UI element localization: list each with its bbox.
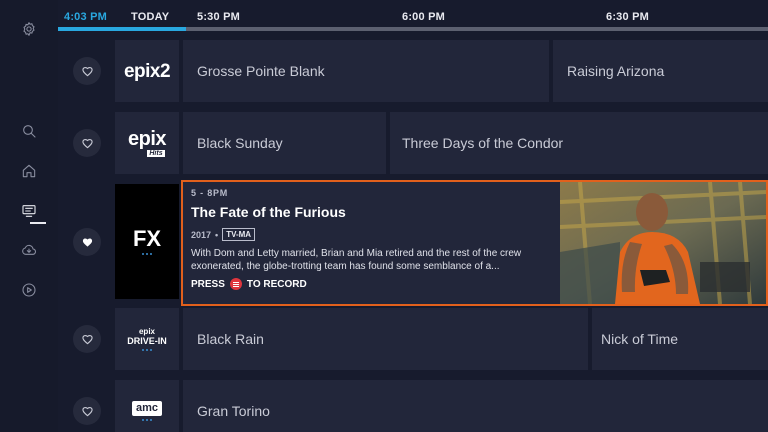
heart-filled-icon bbox=[82, 238, 92, 247]
channel-logo-amc[interactable]: amc bbox=[115, 380, 179, 432]
program-tile[interactable]: Nick of Time bbox=[592, 308, 768, 370]
search-icon[interactable] bbox=[19, 121, 39, 141]
program-tile[interactable]: Grosse Pointe Blank bbox=[183, 40, 549, 102]
active-indicator bbox=[30, 222, 46, 224]
program-meta: 2017 • TV-MA bbox=[191, 228, 551, 241]
heart-outline-icon bbox=[81, 334, 93, 344]
guide-icon[interactable] bbox=[19, 201, 39, 221]
logo-dots bbox=[142, 253, 152, 255]
program-time: 5 - 8PM bbox=[191, 188, 229, 198]
program-title: The Fate of the Furious bbox=[191, 204, 346, 220]
heart-outline-icon bbox=[81, 406, 93, 416]
channel-logo-epix-drive-in[interactable]: epix DRIVE-IN bbox=[115, 308, 179, 370]
favorite-button[interactable] bbox=[73, 228, 101, 256]
program-tile[interactable]: Black Sunday bbox=[183, 112, 386, 174]
program-details: 5 - 8PM The Fate of the Furious 2017 • T… bbox=[191, 188, 551, 290]
home-icon[interactable] bbox=[19, 161, 39, 181]
record-button-icon bbox=[229, 278, 242, 290]
channel-logo-epix-hits[interactable]: epix Hits bbox=[115, 112, 179, 174]
today-label: TODAY bbox=[131, 11, 170, 23]
program-thumbnail-art bbox=[560, 182, 766, 304]
favorite-button[interactable] bbox=[73, 57, 101, 85]
play-icon[interactable] bbox=[19, 280, 39, 300]
favorite-button[interactable] bbox=[73, 397, 101, 425]
program-description: With Dom and Letty married, Brian and Mi… bbox=[191, 248, 522, 272]
meta-separator: • bbox=[215, 229, 219, 240]
favorite-button[interactable] bbox=[73, 325, 101, 353]
heart-outline-icon bbox=[81, 66, 93, 76]
logo-dots bbox=[142, 419, 152, 421]
time-bar: 4:03 PM TODAY 5:30 PM 6:00 PM 6:30 PM bbox=[58, 0, 768, 34]
program-thumbnail bbox=[560, 182, 766, 304]
time-slot: 6:30 PM bbox=[606, 11, 649, 23]
time-progress-bar bbox=[58, 27, 186, 31]
channel-logo-epix2[interactable]: epix2 bbox=[115, 40, 179, 102]
program-year: 2017 bbox=[191, 229, 212, 240]
cloud-dvr-icon[interactable] bbox=[19, 240, 39, 260]
sidebar bbox=[0, 0, 58, 432]
time-slot: 5:30 PM bbox=[197, 11, 240, 23]
program-tile[interactable]: Raising Arizona bbox=[553, 40, 768, 102]
logo-dots bbox=[142, 348, 152, 351]
channel-logo-fx[interactable]: FX bbox=[115, 184, 179, 299]
time-slot: 6:00 PM bbox=[402, 11, 445, 23]
favorite-button[interactable] bbox=[73, 129, 101, 157]
program-details-card[interactable]: 5 - 8PM The Fate of the Furious 2017 • T… bbox=[181, 180, 768, 306]
settings-icon[interactable] bbox=[19, 19, 39, 39]
program-tile[interactable]: Three Days of the Condor bbox=[390, 112, 768, 174]
current-time: 4:03 PM bbox=[64, 11, 107, 23]
record-hint: PRESS TO RECORD bbox=[191, 278, 551, 290]
program-tile[interactable]: Black Rain bbox=[183, 308, 588, 370]
record-prefix: PRESS bbox=[191, 278, 225, 290]
rating-badge: TV-MA bbox=[222, 228, 256, 241]
heart-outline-icon bbox=[81, 138, 93, 148]
record-suffix: TO RECORD bbox=[246, 278, 307, 290]
program-tile[interactable]: Gran Torino bbox=[183, 380, 768, 432]
